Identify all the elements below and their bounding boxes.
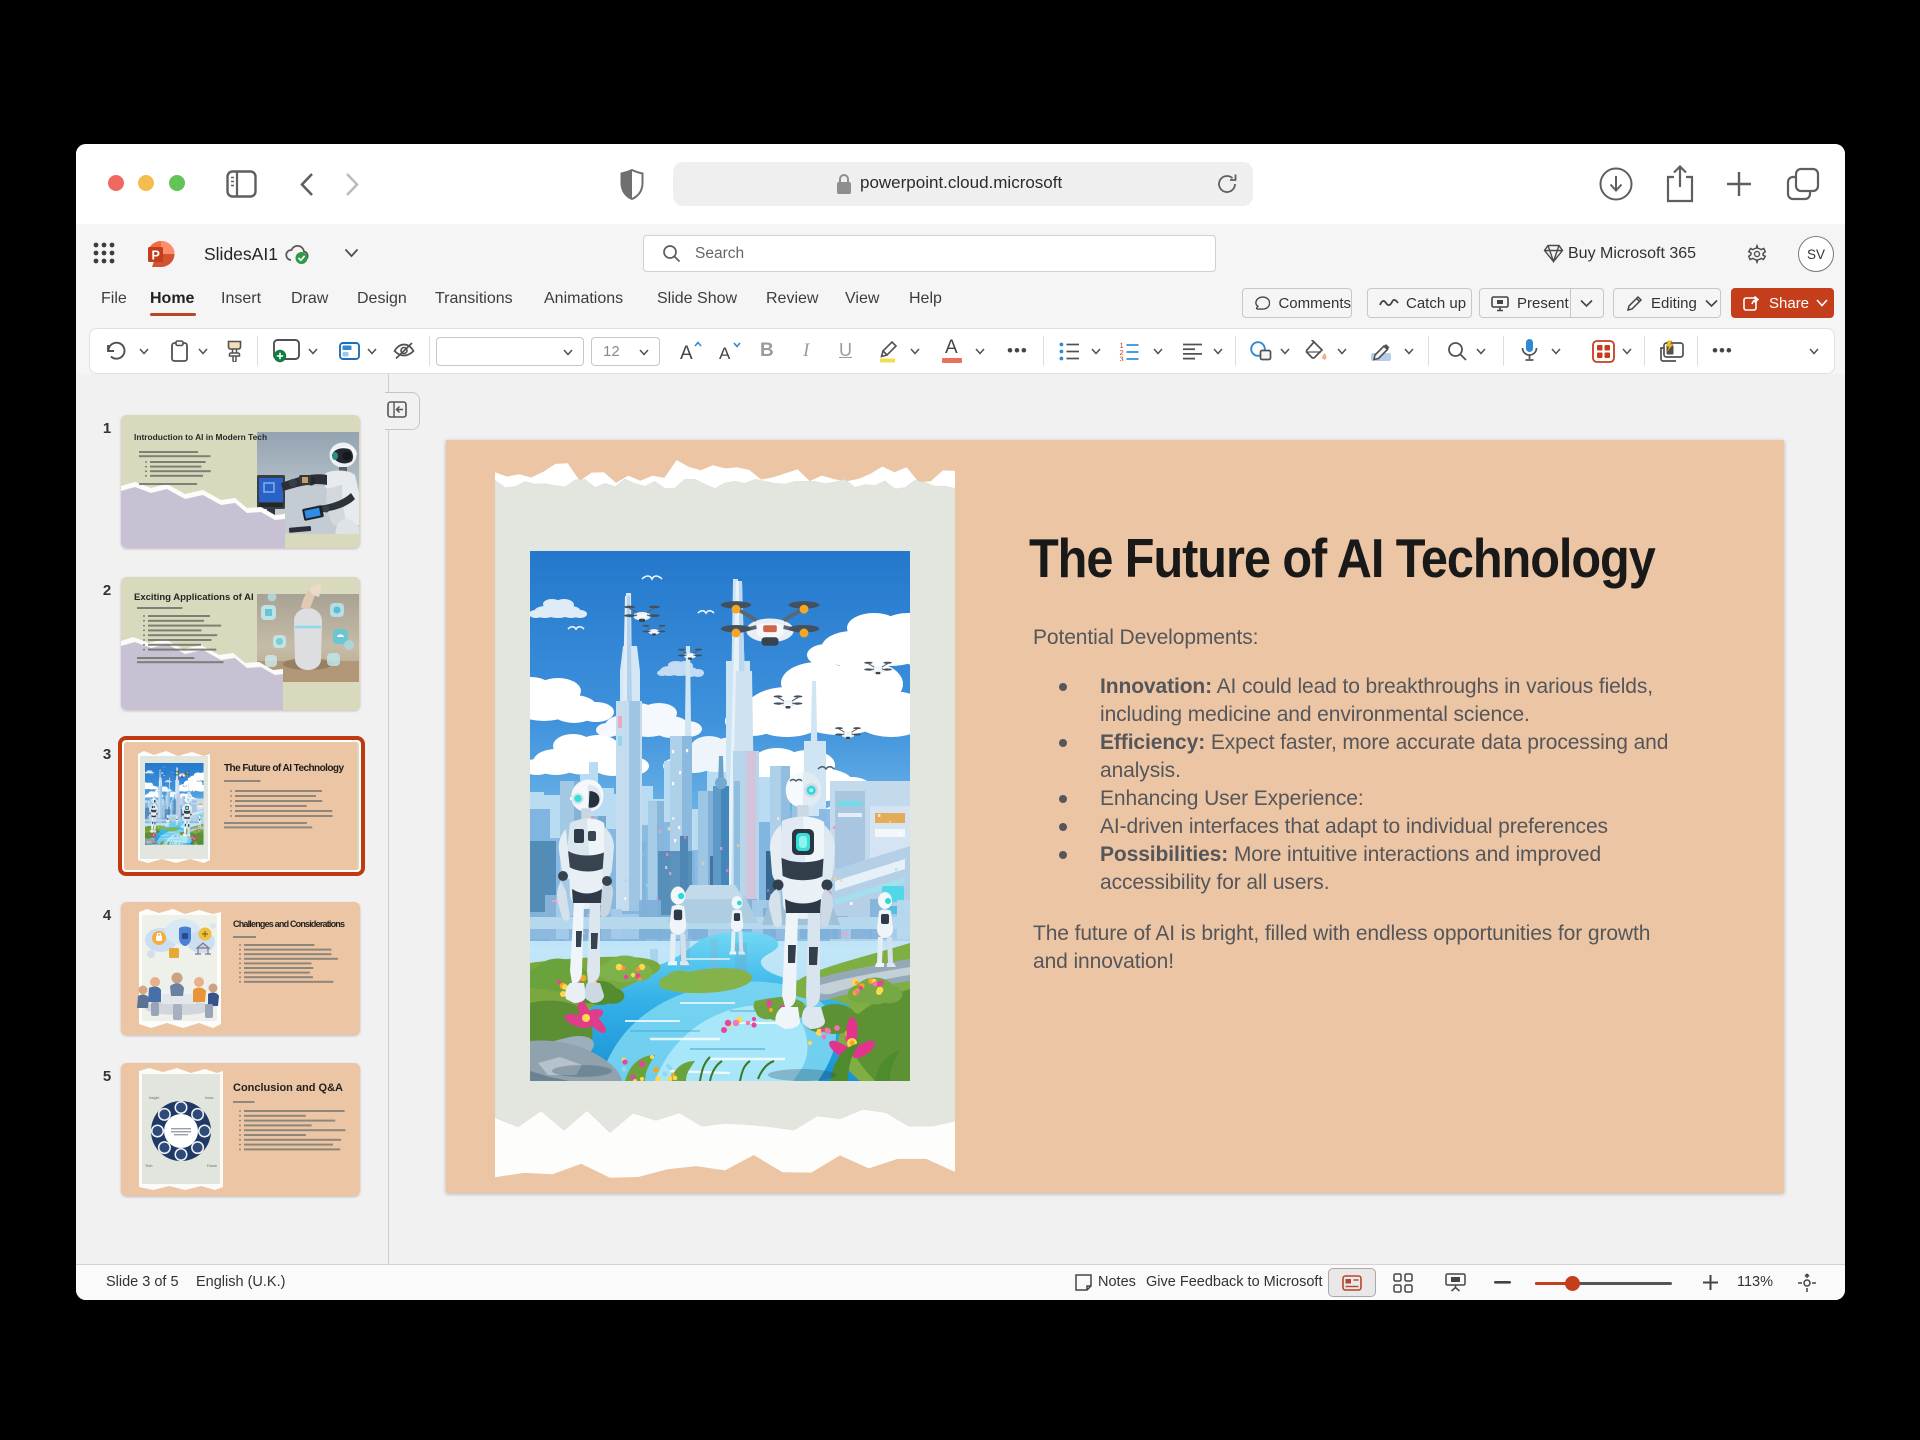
svg-text:Innov: Innov <box>205 1096 214 1100</box>
svg-text:A: A <box>719 344 731 362</box>
svg-text:A: A <box>680 343 693 362</box>
svg-text:P: P <box>152 249 160 263</box>
svg-text:Challenges and Considerations: Challenges and Considerations <box>233 919 345 929</box>
svg-text:3: 3 <box>1120 355 1124 362</box>
svg-text:The Future of AI Technology: The Future of AI Technology <box>224 763 344 774</box>
svg-text:Insight: Insight <box>149 1096 159 1100</box>
svg-text:Introduction to AI in Modern T: Introduction to AI in Modern Tech <box>134 432 267 442</box>
svg-text:Future: Future <box>207 1164 217 1168</box>
svg-text:Conclusion and Q&A: Conclusion and Q&A <box>233 1082 343 1094</box>
svg-text:Tech: Tech <box>145 1164 152 1168</box>
svg-text:Exciting Applications of AI: Exciting Applications of AI <box>134 592 254 603</box>
